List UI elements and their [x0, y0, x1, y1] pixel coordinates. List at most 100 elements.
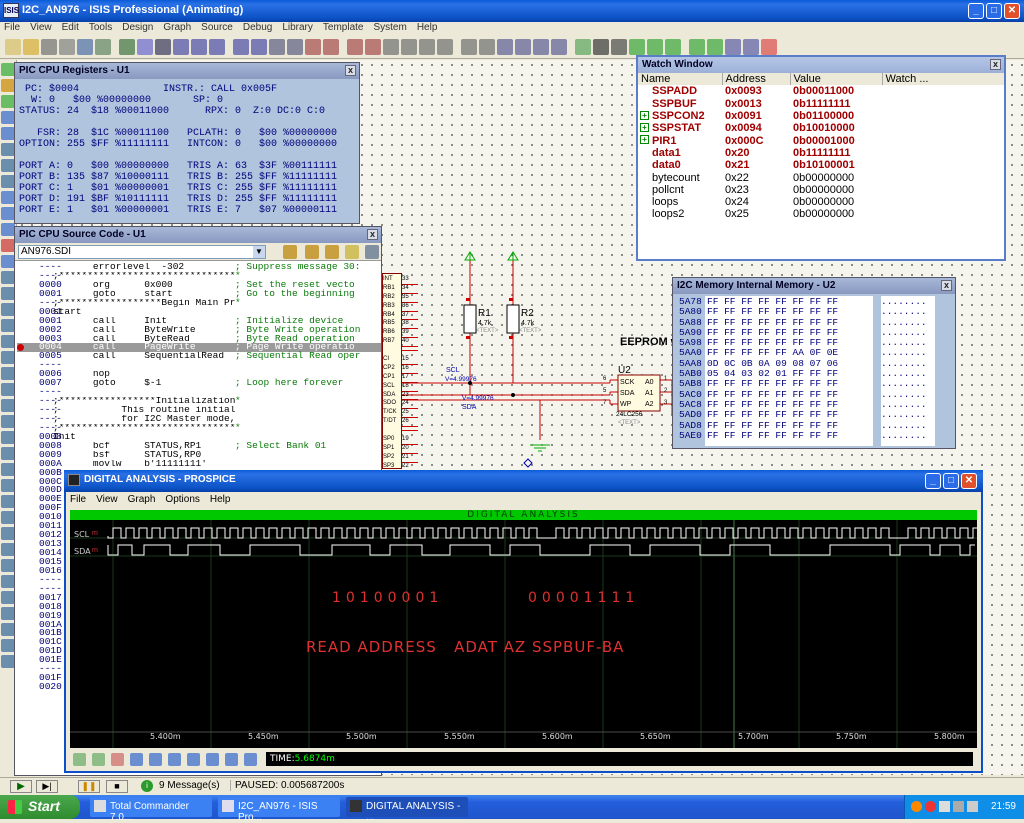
mode-tool-icon[interactable] [1, 479, 15, 492]
step-out-icon[interactable] [325, 245, 339, 259]
source-file-select[interactable]: AN976.SDI ▼ [18, 245, 266, 259]
run-to-cursor-icon[interactable] [345, 245, 359, 259]
toolbar-tool-icon[interactable] [743, 39, 759, 55]
toolbar-tool-icon[interactable] [665, 39, 681, 55]
mode-tool-icon[interactable] [1, 175, 15, 188]
toolbar-tool-icon[interactable] [23, 39, 39, 55]
mode-tool-icon[interactable] [1, 543, 15, 556]
mode-tool-icon[interactable] [1, 511, 15, 524]
memory-dump[interactable]: 5A78 FF FF FF FF FF FF FF FF........ 5A80 F… [673, 294, 955, 446]
watch-col-address[interactable]: Address [722, 73, 791, 86]
taskbar-item-total-commander[interactable]: Total Commander 7.0... [90, 797, 212, 823]
menu-template[interactable]: Template [323, 22, 364, 33]
toolbar-tool-icon[interactable] [137, 39, 153, 55]
source-line[interactable]: ---- [17, 387, 381, 397]
toolbar-tool-icon[interactable] [725, 39, 741, 55]
toolbar-tool-icon[interactable] [251, 39, 267, 55]
stop-button[interactable]: ■ [106, 780, 128, 793]
toolbar-tool-icon[interactable] [689, 39, 705, 55]
maximize-button[interactable]: □ [986, 3, 1002, 19]
step-button[interactable]: ▶| [36, 780, 58, 793]
source-line[interactable]: ----;******************Begin Main Progra… [17, 298, 381, 308]
toolbar-tool-icon[interactable] [533, 39, 549, 55]
mode-tool-icon[interactable] [1, 527, 15, 540]
expand-plus-icon[interactable]: + [640, 123, 649, 133]
da-menu-file[interactable]: File [70, 494, 86, 505]
mode-tool-icon[interactable] [1, 383, 15, 396]
source-line[interactable]: 0008Init [17, 432, 381, 442]
watch-col-watch[interactable]: Watch ... [882, 73, 1004, 85]
toolbar-tool-icon[interactable] [155, 39, 171, 55]
source-line[interactable]: 000A movlw b'11111111' [17, 458, 381, 469]
mode-tool-icon[interactable] [1, 335, 15, 348]
menu-file[interactable]: File [4, 22, 20, 33]
graph-tool-icon[interactable] [187, 753, 200, 766]
mode-tool-icon[interactable] [1, 255, 15, 268]
mode-tool-icon[interactable] [1, 223, 15, 236]
close-icon[interactable]: x [367, 229, 378, 240]
mode-tool-icon[interactable] [1, 591, 15, 604]
menu-system[interactable]: System [373, 22, 406, 33]
toolbar-tool-icon[interactable] [419, 39, 435, 55]
menu-debug[interactable]: Debug [243, 22, 272, 33]
toolbar-tool-icon[interactable] [305, 39, 321, 55]
source-line[interactable]: ----; for I2C Master mode, with a 100 kH… [17, 414, 381, 424]
maximize-button[interactable]: □ [943, 473, 959, 489]
da-menu-view[interactable]: View [96, 494, 118, 505]
step-over-icon[interactable] [283, 245, 297, 259]
mode-tool-icon[interactable] [1, 63, 15, 76]
toolbar-tool-icon[interactable] [5, 39, 21, 55]
mode-tool-icon[interactable] [1, 575, 15, 588]
toolbar-tool-icon[interactable] [59, 39, 75, 55]
graph-tool-icon[interactable] [92, 753, 105, 766]
toolbar-tool-icon[interactable] [629, 39, 645, 55]
mode-tool-icon[interactable] [1, 559, 15, 572]
mode-tool-icon[interactable] [1, 351, 15, 364]
mode-tool-icon[interactable] [1, 79, 15, 92]
mode-tool-icon[interactable] [1, 95, 15, 108]
menu-view[interactable]: View [30, 22, 52, 33]
da-menu-options[interactable]: Options [165, 494, 199, 505]
source-line[interactable]: ----; This routine initializes the MSSP … [17, 405, 381, 415]
toolbar-tool-icon[interactable] [323, 39, 339, 55]
watch-row[interactable]: + PIR1 0x000C 0b00001000 [638, 134, 1004, 147]
minimize-button[interactable]: _ [968, 3, 984, 19]
mode-tool-icon[interactable] [1, 159, 15, 172]
toolbar-tool-icon[interactable] [437, 39, 453, 55]
watch-row[interactable]: loops 0x24 0b00000000 [638, 196, 1004, 208]
graph-tool-icon[interactable] [130, 753, 143, 766]
close-button[interactable]: ✕ [1004, 3, 1020, 19]
source-line[interactable]: ---- [17, 360, 381, 370]
toolbar-tool-icon[interactable] [551, 39, 567, 55]
mode-tool-icon[interactable] [1, 143, 15, 156]
mode-tool-icon[interactable] [1, 111, 15, 124]
minimize-button[interactable]: _ [925, 473, 941, 489]
watch-col-value[interactable]: Value [790, 73, 883, 86]
messages-count[interactable]: 9 Message(s) [159, 780, 220, 791]
source-line[interactable]: 0001 goto start; Go to the beginning [17, 289, 381, 299]
mode-tool-icon[interactable] [1, 655, 15, 668]
close-button[interactable]: ✕ [961, 473, 977, 489]
expand-plus-icon[interactable]: + [640, 110, 649, 120]
da-menu-graph[interactable]: Graph [128, 494, 156, 505]
menu-graph[interactable]: Graph [163, 22, 191, 33]
mode-tool-icon[interactable] [1, 191, 15, 204]
mode-tool-icon[interactable] [1, 399, 15, 412]
toolbar-tool-icon[interactable] [287, 39, 303, 55]
source-line[interactable]: 0005 call SequentialRead; Sequential Rea… [17, 351, 381, 361]
breakpoint-icon[interactable] [365, 245, 379, 259]
tray-icon-1[interactable] [911, 801, 922, 812]
taskbar-item-isis[interactable]: I2C_AN976 - ISIS Pro... [218, 797, 340, 823]
watch-row[interactable]: bytecount 0x22 0b00000000 [638, 171, 1004, 184]
pause-button[interactable]: ❚❚ [78, 780, 100, 793]
start-button[interactable]: Start [0, 795, 80, 819]
watch-row[interactable]: + SSPCON2 0x0091 0b01100000 [638, 110, 1004, 122]
mode-tool-icon[interactable] [1, 319, 15, 332]
chevron-down-icon[interactable]: ▼ [253, 246, 265, 258]
menu-tools[interactable]: Tools [89, 22, 112, 33]
source-line[interactable]: ----;***********************************… [17, 423, 381, 433]
watch-row[interactable]: loops2 0x25 0b00000000 [638, 208, 1004, 220]
toolbar-tool-icon[interactable] [761, 39, 777, 55]
mode-tool-icon[interactable] [1, 271, 15, 284]
toolbar-tool-icon[interactable] [119, 39, 135, 55]
